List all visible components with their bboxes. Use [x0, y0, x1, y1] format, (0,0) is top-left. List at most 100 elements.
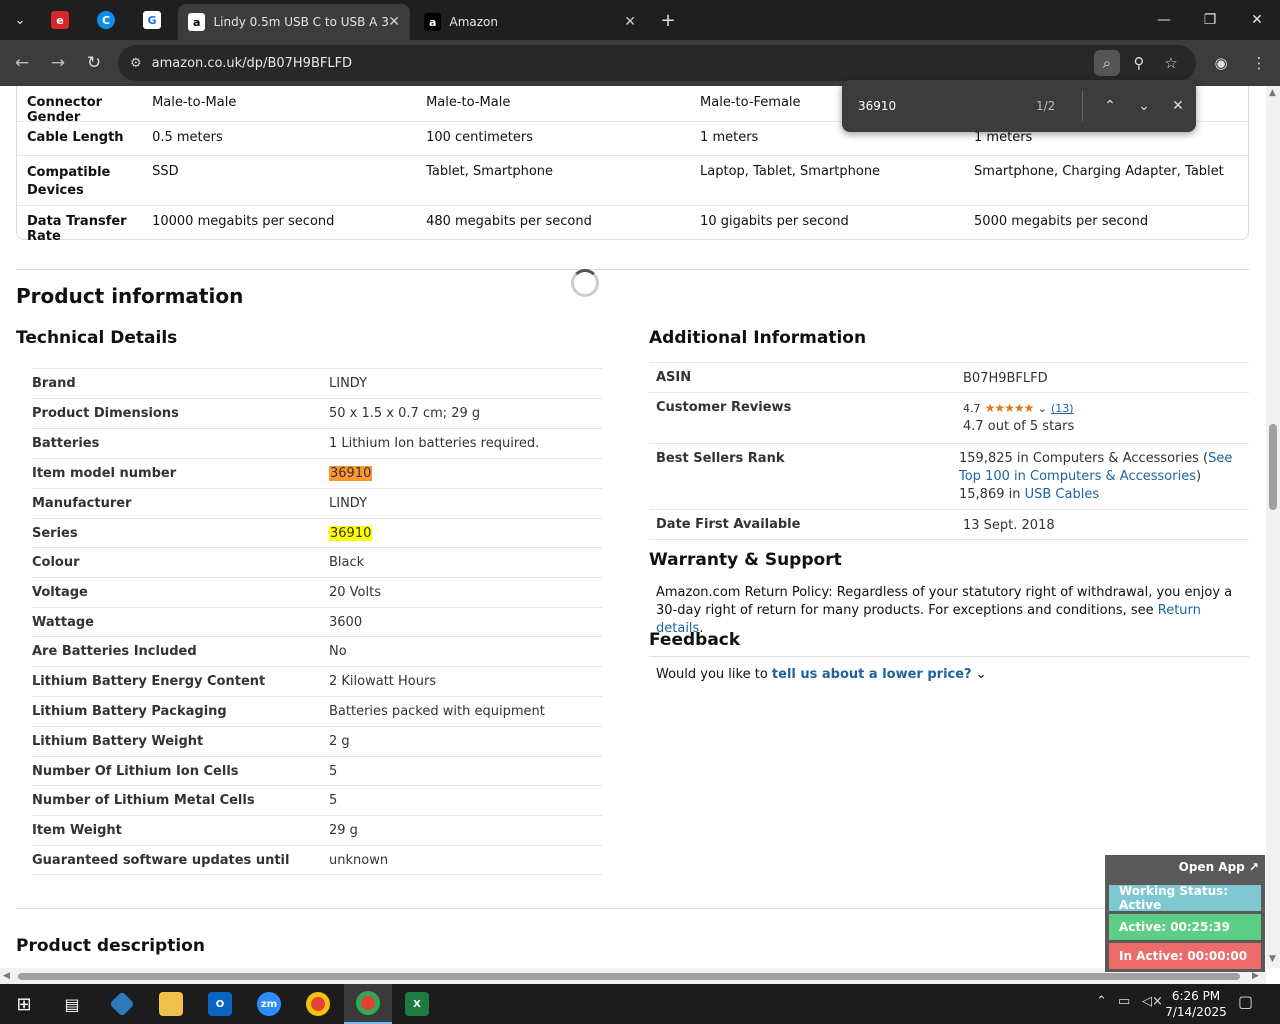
usb-cables-link[interactable]: USB Cables [1025, 487, 1100, 502]
tab-search-button[interactable]: ⌄ [6, 6, 34, 34]
close-tab-icon[interactable]: ✕ [388, 14, 400, 30]
minimize-button[interactable]: — [1141, 0, 1187, 40]
divider [1082, 91, 1083, 121]
pinned-tab-1[interactable]: e [46, 6, 74, 34]
scroll-left-icon[interactable]: ◀ [3, 971, 10, 981]
site-info-icon[interactable]: ⚙ [130, 56, 142, 71]
scroll-down-icon[interactable]: ▼ [1269, 954, 1276, 964]
spec-value: unknown [329, 852, 389, 868]
refresh-favicon-icon: C [97, 11, 115, 29]
spec-label: Voltage [32, 585, 88, 600]
chrome-button[interactable] [294, 984, 342, 1024]
app-diamond-icon [109, 991, 135, 1017]
find-next-button[interactable]: ⌄ [1127, 98, 1161, 114]
reader-mode-button[interactable]: ⌕ [1094, 50, 1120, 76]
tab-amazon[interactable]: a Amazon ✕ [414, 4, 646, 40]
start-button[interactable]: ⊞ [0, 984, 48, 1024]
cell: 10000 megabits per second [152, 214, 335, 229]
find-close-button[interactable]: ✕ [1161, 98, 1195, 114]
task-view-button[interactable]: ▤ [48, 984, 96, 1024]
forward-button[interactable]: → [45, 50, 71, 76]
table-row: Customer Reviews 4.7 ★★★★★ ⌄ (13) 4.7 ou… [649, 392, 1249, 443]
bookmark-button[interactable]: ☆ [1158, 50, 1184, 76]
table-row: Are Batteries Included No [32, 636, 602, 666]
info-label: Date First Available [656, 517, 801, 532]
zoom-app-button[interactable]: zm [245, 984, 293, 1024]
chrome-icon [306, 992, 330, 1016]
chevron-up-icon[interactable]: ⌃ [1096, 994, 1107, 1009]
tab-lindy-product[interactable]: a Lindy 0.5m USB C to USB A 3.2 ✕ [178, 4, 410, 40]
pinned-tab-3[interactable]: G [138, 6, 166, 34]
find-previous-button[interactable]: ⌃ [1093, 98, 1127, 114]
spec-value: Batteries packed with equipment [329, 704, 545, 719]
rating-count-link[interactable]: (13) [1051, 402, 1074, 415]
spec-value: 1 Lithium Ion batteries required. [329, 436, 540, 451]
extension-favicon-icon: e [51, 11, 69, 29]
cell: Male-to-Male [426, 95, 511, 110]
table-row: Guaranteed software updates until unknown [32, 845, 602, 875]
back-button[interactable]: ← [9, 50, 35, 76]
excel-icon: X [405, 992, 429, 1016]
scrollbar-thumb[interactable] [1269, 424, 1277, 510]
scroll-right-icon[interactable]: ▶ [1252, 971, 1259, 981]
info-label: Best Sellers Rank [656, 451, 785, 466]
spec-value: 29 g [329, 823, 358, 838]
pinned-tab-2[interactable]: C [92, 6, 120, 34]
table-row: Lithium Battery Packaging Batteries packe… [32, 696, 602, 726]
excel-button[interactable]: X [393, 984, 441, 1024]
restore-button[interactable]: ❐ [1187, 0, 1233, 40]
spec-label: Lithium Battery Weight [32, 734, 204, 749]
cell: 480 megabits per second [426, 214, 592, 229]
chrome-profile-button[interactable] [344, 984, 392, 1024]
folder-icon [159, 992, 183, 1016]
vertical-scrollbar[interactable]: ▲ ▼ [1266, 86, 1280, 968]
rank-text: 15,869 in [959, 487, 1025, 502]
scroll-up-icon[interactable]: ▲ [1269, 88, 1276, 98]
taskbar-app-1[interactable] [98, 984, 146, 1024]
chevron-down-icon[interactable]: ⌄ [1038, 402, 1047, 415]
close-tab-icon[interactable]: ✕ [624, 14, 636, 30]
url-text[interactable]: amazon.co.uk/dp/B07H9BFLFD [152, 56, 352, 71]
cell: 5000 megabits per second [974, 214, 1149, 229]
reload-button[interactable]: ↻ [81, 50, 107, 76]
file-explorer-button[interactable] [147, 984, 195, 1024]
chevron-down-icon: ⌄ [14, 12, 26, 28]
menu-button[interactable]: ⋮ [1246, 50, 1272, 76]
table-row: Item model number 36910 [32, 458, 602, 488]
system-clock[interactable]: 6:26 PM 7/14/2025 [1160, 988, 1232, 1020]
lower-price-link[interactable]: tell us about a lower price? [772, 667, 972, 682]
spec-label: Brand [32, 376, 76, 391]
spec-label: Manufacturer [32, 496, 132, 511]
notifications-icon[interactable]: ▢ [1238, 992, 1253, 1011]
spec-label: Guaranteed software updates until [32, 852, 290, 868]
chrome-profile-icon [356, 991, 380, 1015]
profile-button[interactable]: ◉ [1208, 50, 1234, 76]
scrollbar-thumb[interactable] [18, 973, 1240, 980]
close-icon: ✕ [1172, 98, 1184, 114]
chevron-down-icon[interactable]: ⌄ [976, 667, 987, 682]
feedback-body: Would you like to [656, 667, 772, 682]
spec-value: Black [329, 555, 365, 570]
table-row: Voltage 20 Volts [32, 577, 602, 607]
warranty-heading: Warranty & Support [649, 550, 842, 570]
profile-icon: ◉ [1214, 54, 1228, 72]
network-icon[interactable]: ▭ [1118, 994, 1130, 1009]
horizontal-scrollbar[interactable]: ◀ ▶ [0, 968, 1266, 984]
close-window-button[interactable]: ✕ [1234, 0, 1280, 40]
open-app-button[interactable]: Open App ↗ [1179, 860, 1259, 874]
zoom-button[interactable]: ⚲ [1126, 50, 1152, 76]
outlook-button[interactable]: O [196, 984, 244, 1024]
find-input[interactable]: 36910 [858, 99, 1028, 113]
new-tab-button[interactable]: + [654, 6, 682, 34]
tab-title: Lindy 0.5m USB C to USB A 3.2 [213, 15, 389, 29]
spec-value: LINDY [329, 496, 368, 511]
address-bar[interactable]: ⚙ amazon.co.uk/dp/B07H9BFLFD [118, 45, 1196, 81]
table-row: Lithium Battery Weight 2 g [32, 726, 602, 756]
product-information-heading: Product information [16, 284, 244, 308]
star-rating-icon[interactable]: ★★★★★ [985, 401, 1035, 415]
reload-icon: ↻ [86, 53, 102, 73]
table-row: Item Weight 29 g [32, 815, 602, 845]
chevron-up-icon: ⌃ [1104, 98, 1116, 114]
amazon-favicon-icon: a [424, 13, 442, 31]
spec-label: Are Batteries Included [32, 644, 197, 659]
